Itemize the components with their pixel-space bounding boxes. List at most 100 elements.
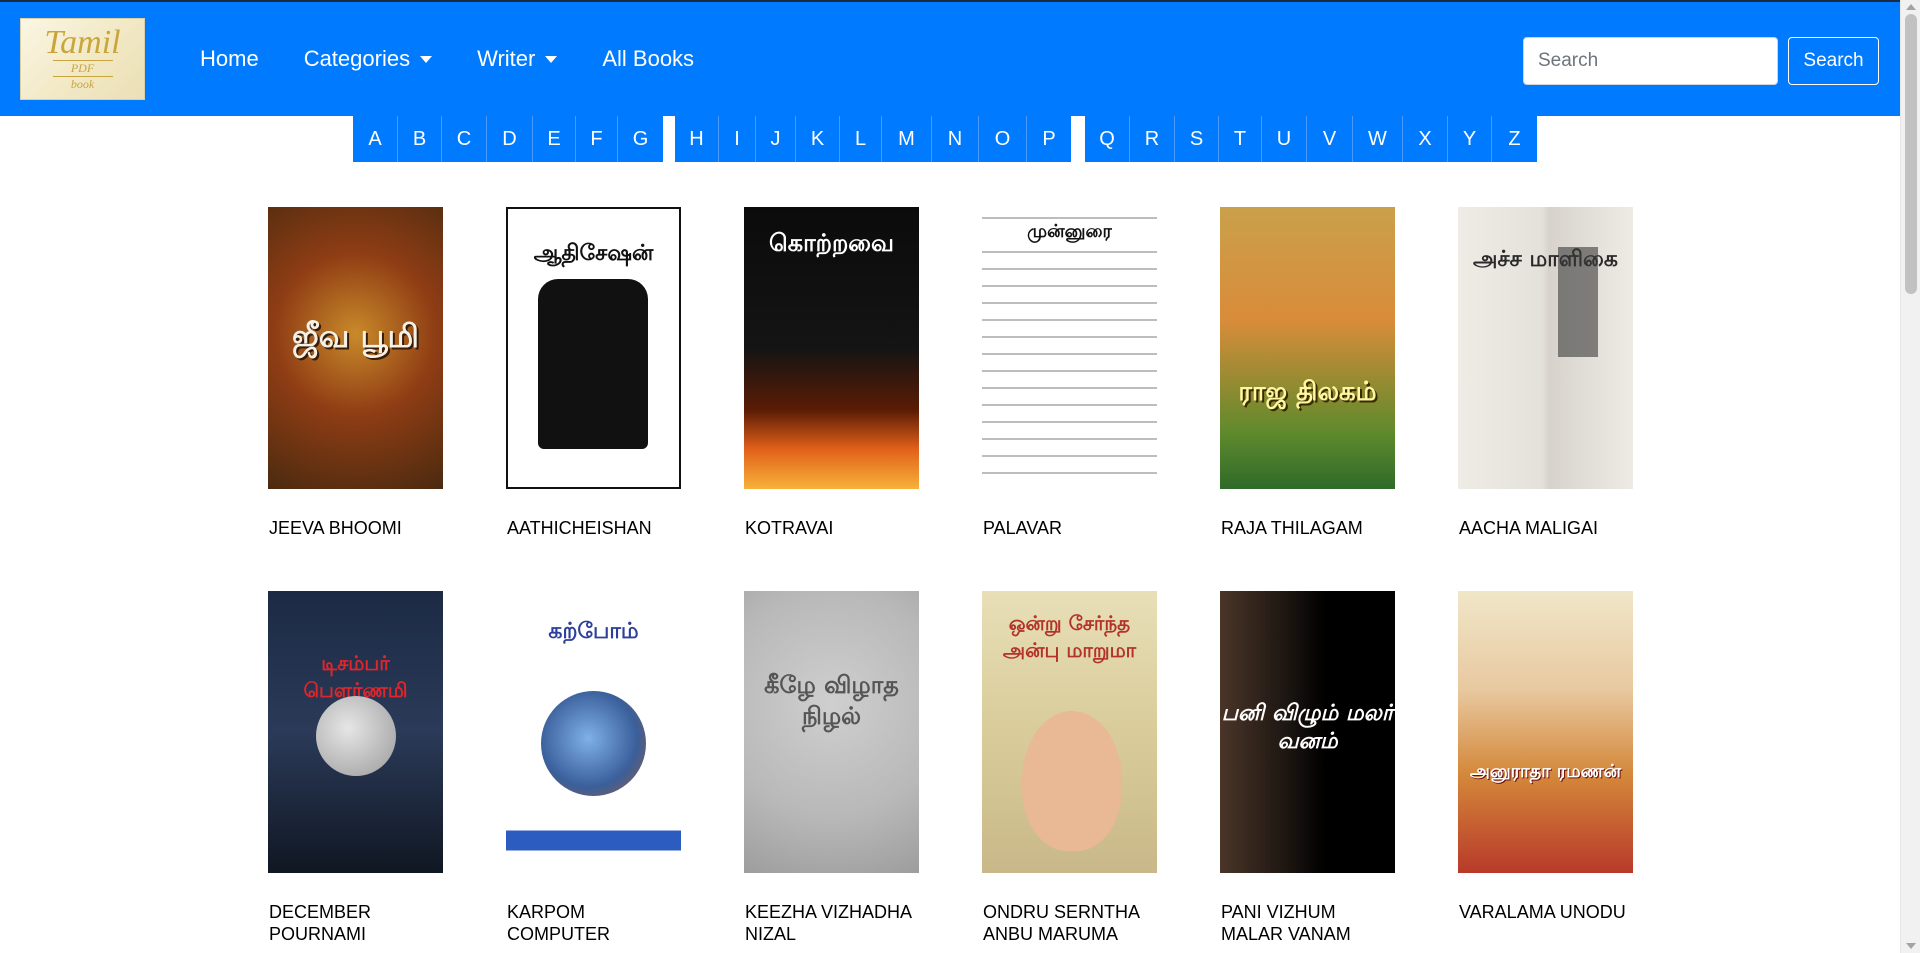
letter-e[interactable]: E xyxy=(533,116,576,162)
book-title[interactable]: RAJA THILAGAM xyxy=(1221,517,1396,539)
letter-q[interactable]: Q xyxy=(1085,116,1130,162)
page-scrollbar[interactable] xyxy=(1900,0,1920,953)
book-cover-image[interactable]: கொற்றவை xyxy=(744,207,919,489)
book-title[interactable]: PANI VIZHUM MALAR VANAM xyxy=(1221,901,1396,945)
nav-writer-label: Writer xyxy=(477,46,536,71)
book-title[interactable]: ONDRU SERNTHA ANBU MARUMA xyxy=(983,901,1158,945)
book-card[interactable]: கீழே விழாத நிழல் KEEZHA VIZHADHA NIZAL xyxy=(744,591,924,944)
letter-a[interactable]: A xyxy=(353,116,398,162)
cover-title: ஒன்று சேர்ந்த அன்பு மாறுமா xyxy=(1002,611,1137,662)
book-cover-image[interactable]: ராஜ திலகம் xyxy=(1220,207,1395,489)
letter-p[interactable]: P xyxy=(1027,116,1071,162)
book-title[interactable]: DECEMBER POURNAMI xyxy=(269,901,444,945)
cover-title: அச்ச மாளிகை xyxy=(1473,247,1618,272)
book-cover-image[interactable]: அனுராதா ரமணன் xyxy=(1458,591,1633,873)
book-title[interactable]: KOTRAVAI xyxy=(745,517,920,539)
book-cover-image[interactable]: டிசம்பர் பௌர்ணமி xyxy=(268,591,443,873)
nav-categories-dropdown[interactable]: Categories xyxy=(303,46,433,72)
book-cover-image[interactable]: ஜீவ பூமி xyxy=(268,207,443,489)
letter-o[interactable]: O xyxy=(979,116,1027,162)
book-title[interactable]: PALAVAR xyxy=(983,517,1158,539)
letter-m[interactable]: M xyxy=(882,116,932,162)
nav-all-books-link[interactable]: All Books xyxy=(602,46,694,72)
cover-title: கொற்றவை xyxy=(769,229,894,257)
nav-all-books-label: All Books xyxy=(602,46,695,71)
letter-g[interactable]: G xyxy=(618,116,663,162)
letter-t[interactable]: T xyxy=(1219,116,1262,162)
cover-art xyxy=(538,279,648,449)
book-card[interactable]: ராஜ திலகம் RAJA THILAGAM xyxy=(1220,207,1400,538)
book-card[interactable]: ஜீவ பூமி JEEVA BHOOMI xyxy=(268,207,448,538)
letter-f[interactable]: F xyxy=(576,116,618,162)
letter-b[interactable]: B xyxy=(398,116,442,162)
book-card[interactable]: அனுராதா ரமணன் VARALAMA UNODU xyxy=(1458,591,1638,922)
letter-j[interactable]: J xyxy=(756,116,796,162)
alphabet-group-a-g: A B C D E F G xyxy=(353,116,663,162)
letter-k[interactable]: K xyxy=(796,116,840,162)
nav-writer-dropdown[interactable]: Writer xyxy=(477,46,558,72)
book-cover-image[interactable]: முன்னுரை xyxy=(982,207,1157,489)
cover-title: கற்போம் xyxy=(548,619,639,644)
search-button[interactable]: Search xyxy=(1788,37,1879,85)
book-title[interactable]: AACHA MALIGAI xyxy=(1459,517,1634,539)
main-nav: Home Categories Writer All Books xyxy=(200,46,739,72)
scrollbar-thumb[interactable] xyxy=(1905,14,1917,294)
letter-u[interactable]: U xyxy=(1262,116,1307,162)
alphabet-group-q-z: Q R S T U V W X Y Z xyxy=(1085,116,1537,162)
logo-text-tamil: Tamil xyxy=(44,24,121,61)
book-cover-image[interactable]: கற்போம் xyxy=(506,591,681,873)
letter-w[interactable]: W xyxy=(1353,116,1403,162)
nav-home-link[interactable]: Home xyxy=(200,46,259,72)
cover-title: ஜீவ பூமி xyxy=(291,317,420,355)
cover-title: பனி விழும் மலர் வனம் xyxy=(1221,701,1394,754)
navbar: Tamil PDF book Home Categories Writer Al… xyxy=(0,0,1900,116)
letter-d[interactable]: D xyxy=(487,116,533,162)
book-card[interactable]: அச்ச மாளிகை AACHA MALIGAI xyxy=(1458,207,1638,538)
search-input[interactable] xyxy=(1523,37,1778,85)
cover-art xyxy=(1558,247,1598,357)
letter-n[interactable]: N xyxy=(932,116,979,162)
chevron-down-icon xyxy=(420,55,433,63)
book-card[interactable]: டிசம்பர் பௌர்ணமி DECEMBER POURNAMI xyxy=(268,591,448,944)
cover-title: கீழே விழாத நிழல் xyxy=(764,671,899,730)
cover-art xyxy=(1022,711,1122,851)
book-title[interactable]: KEEZHA VIZHADHA NIZAL xyxy=(745,901,920,945)
letter-i[interactable]: I xyxy=(719,116,756,162)
nav-categories-label: Categories xyxy=(303,46,411,71)
book-title[interactable]: VARALAMA UNODU xyxy=(1459,901,1634,923)
book-cover-image[interactable]: கீழே விழாத நிழல் xyxy=(744,591,919,873)
site-logo[interactable]: Tamil PDF book xyxy=(20,18,145,100)
alphabet-group-h-p: H I J K L M N O P xyxy=(675,116,1071,162)
letter-h[interactable]: H xyxy=(675,116,719,162)
cover-title: ராஜ திலகம் xyxy=(1238,377,1377,407)
book-cover-image[interactable]: அச்ச மாளிகை xyxy=(1458,207,1633,489)
book-card[interactable]: ஒன்று சேர்ந்த அன்பு மாறுமா ONDRU SERNTHA… xyxy=(982,591,1162,944)
letter-v[interactable]: V xyxy=(1307,116,1353,162)
scroll-up-arrow-icon[interactable] xyxy=(1906,4,1916,10)
book-cover-image[interactable]: ஆதிசேஷன் xyxy=(506,207,681,489)
letter-x[interactable]: X xyxy=(1403,116,1448,162)
nav-home-label: Home xyxy=(200,46,259,71)
book-card[interactable]: முன்னுரை PALAVAR xyxy=(982,207,1162,538)
scroll-down-arrow-icon[interactable] xyxy=(1906,943,1916,949)
cover-title: ஆதிசேஷன் xyxy=(533,241,654,266)
letter-y[interactable]: Y xyxy=(1448,116,1492,162)
book-cover-image[interactable]: ஒன்று சேர்ந்த அன்பு மாறுமா xyxy=(982,591,1157,873)
letter-r[interactable]: R xyxy=(1130,116,1175,162)
book-card[interactable]: கற்போம் KARPOM COMPUTER xyxy=(506,591,686,944)
book-card[interactable]: கொற்றவை KOTRAVAI xyxy=(744,207,924,538)
book-card[interactable]: பனி விழும் மலர் வனம் PANI VIZHUM MALAR V… xyxy=(1220,591,1400,944)
letter-c[interactable]: C xyxy=(442,116,487,162)
book-cover-image[interactable]: பனி விழும் மலர் வனம் xyxy=(1220,591,1395,873)
book-title[interactable]: KARPOM COMPUTER xyxy=(507,901,682,945)
globe-image xyxy=(541,691,646,796)
moon-image xyxy=(316,696,396,776)
cover-title: முன்னுரை xyxy=(982,221,1157,244)
letter-l[interactable]: L xyxy=(840,116,882,162)
book-title[interactable]: AATHICHEISHAN xyxy=(507,517,682,539)
logo-text-book: book xyxy=(70,77,95,91)
letter-s[interactable]: S xyxy=(1175,116,1219,162)
letter-z[interactable]: Z xyxy=(1492,116,1537,162)
book-title[interactable]: JEEVA BHOOMI xyxy=(269,517,444,539)
book-card[interactable]: ஆதிசேஷன் AATHICHEISHAN xyxy=(506,207,686,538)
